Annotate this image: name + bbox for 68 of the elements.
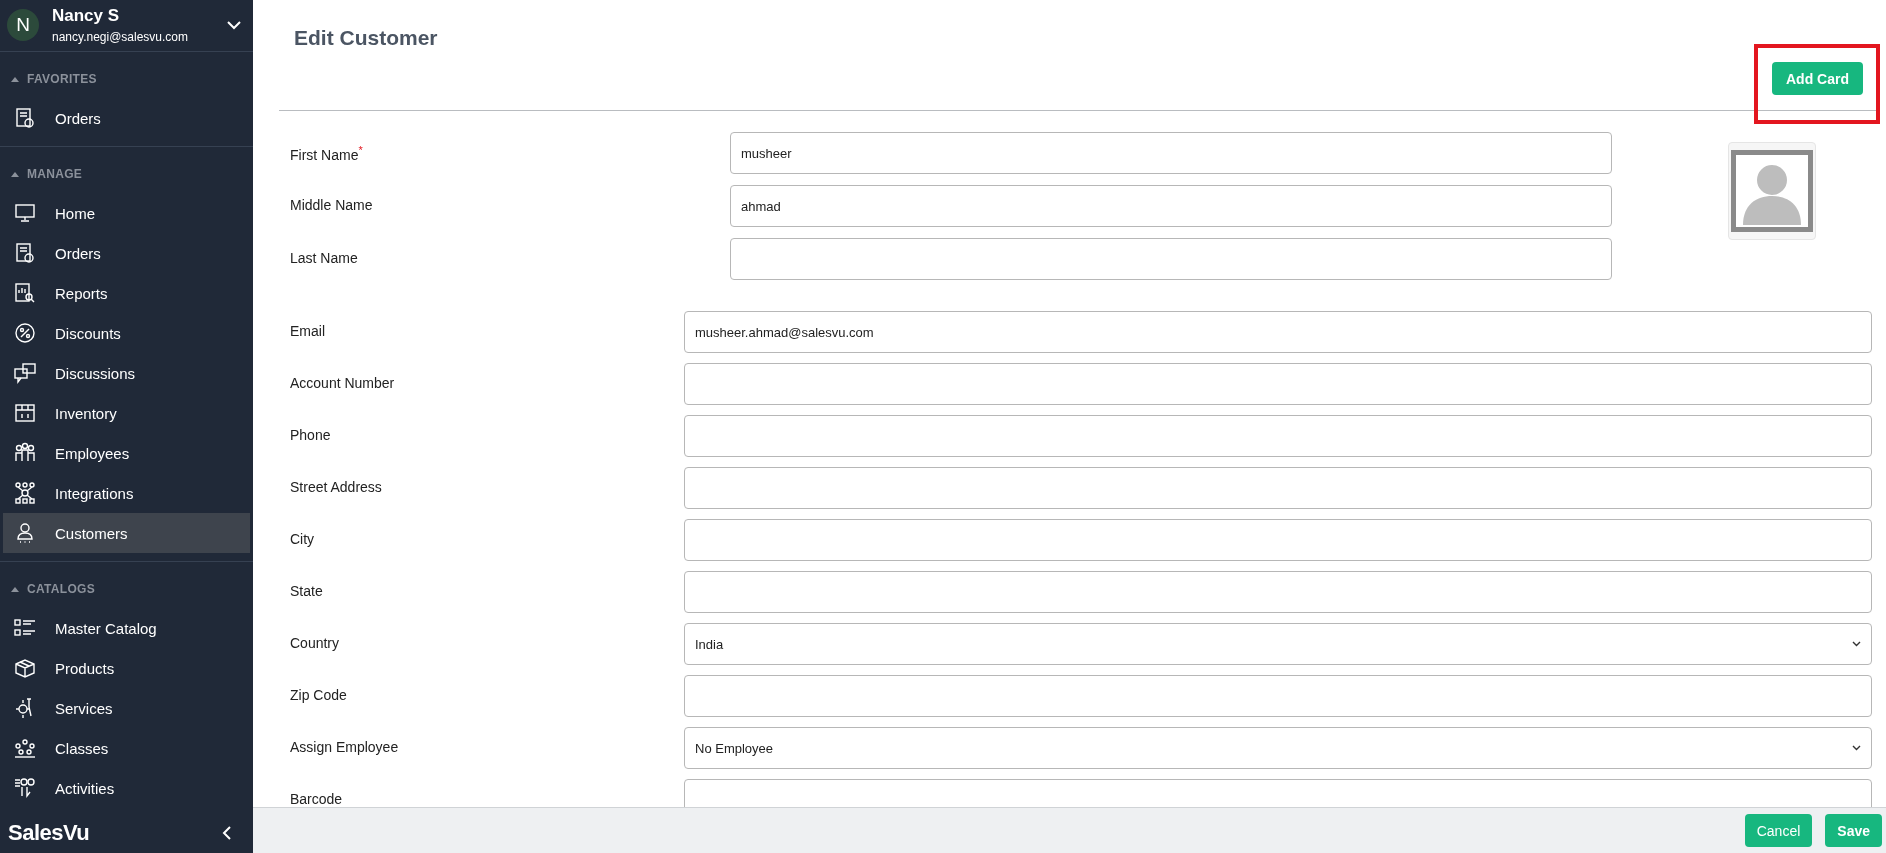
nav-item[interactable]: Home [3, 193, 250, 233]
nav-item[interactable]: Customers [3, 513, 250, 553]
text-field[interactable] [684, 467, 1872, 509]
text-field[interactable] [684, 415, 1872, 457]
field-label: Middle Name [290, 196, 374, 213]
user-name: Nancy S [52, 6, 121, 26]
chevron-down-icon [1852, 641, 1861, 647]
text-field[interactable] [684, 571, 1872, 613]
nav-icon [13, 241, 37, 265]
person-silhouette-icon [1731, 150, 1813, 232]
nav-icon [13, 656, 37, 680]
brand-logo: SalesVu [8, 819, 90, 846]
nav-icon [13, 401, 37, 425]
nav-item[interactable]: Employees [3, 433, 250, 473]
text-field[interactable] [684, 363, 1872, 405]
nav-icon [13, 321, 37, 345]
nav-item[interactable]: Integrations [3, 473, 250, 513]
nav-icon [13, 481, 37, 505]
nav-icon [13, 281, 37, 305]
collapse-arrow-icon[interactable] [11, 586, 19, 592]
field-label: Phone [290, 426, 332, 443]
text-field[interactable]: musheer [730, 132, 1612, 174]
field-label: Street Address [290, 478, 383, 495]
field-label: Zip Code [290, 686, 348, 703]
field-label: State [290, 582, 324, 599]
nav-item[interactable]: Master Catalog [3, 608, 250, 648]
page-title: Edit Customer [294, 26, 438, 51]
nav-item[interactable]: Discounts [3, 313, 250, 353]
field-label: First Name$^{*}$ [290, 143, 364, 163]
field-label: Country [290, 634, 341, 651]
nav-item[interactable]: Reports [3, 273, 250, 313]
user-avatar: N [7, 9, 39, 41]
dropdown-field[interactable]: No Employee [684, 727, 1872, 769]
field-label: Account Number [290, 374, 396, 391]
collapse-arrow-icon[interactable] [11, 76, 19, 82]
text-field[interactable]: ahmad [730, 185, 1612, 227]
field-label: Last Name [290, 249, 359, 266]
field-label: Email [290, 322, 326, 339]
chevron-left-icon[interactable] [222, 825, 231, 840]
field-label: Assign Employee [290, 738, 400, 755]
nav-item[interactable]: Orders [3, 233, 250, 273]
photo-frame[interactable] [1728, 142, 1816, 240]
nav-item[interactable]: Classes [3, 728, 250, 768]
field-label: Barcode [290, 790, 344, 807]
nav-icon [13, 106, 37, 130]
nav-item[interactable]: Inventory [3, 393, 250, 433]
text-field[interactable] [684, 675, 1872, 717]
nav-icon [13, 736, 37, 760]
collapse-arrow-icon[interactable] [11, 171, 19, 177]
section-heading: CATALOGS [27, 582, 95, 596]
section-heading: FAVORITES [27, 72, 97, 86]
field-label: City [290, 530, 316, 547]
nav-item[interactable]: Services [3, 688, 250, 728]
section-heading: MANAGE [27, 167, 83, 181]
nav-icon [13, 361, 37, 385]
nav-item[interactable]: Orders [3, 98, 250, 138]
text-field[interactable]: musheer.ahmad@salesvu.com [684, 311, 1872, 353]
nav-item[interactable]: Products [3, 648, 250, 688]
chevron-down-icon [1852, 745, 1861, 751]
nav-item[interactable]: Discussions [3, 353, 250, 393]
nav-icon [13, 201, 37, 225]
user-email: nancy.negi@salesvu.com [52, 30, 190, 44]
nav-icon [13, 776, 37, 800]
dropdown-field[interactable]: India [684, 623, 1872, 665]
chevron-down-icon[interactable] [227, 20, 241, 30]
nav-item[interactable]: Activities [3, 768, 250, 808]
text-field[interactable] [684, 519, 1872, 561]
text-field[interactable] [730, 238, 1612, 280]
